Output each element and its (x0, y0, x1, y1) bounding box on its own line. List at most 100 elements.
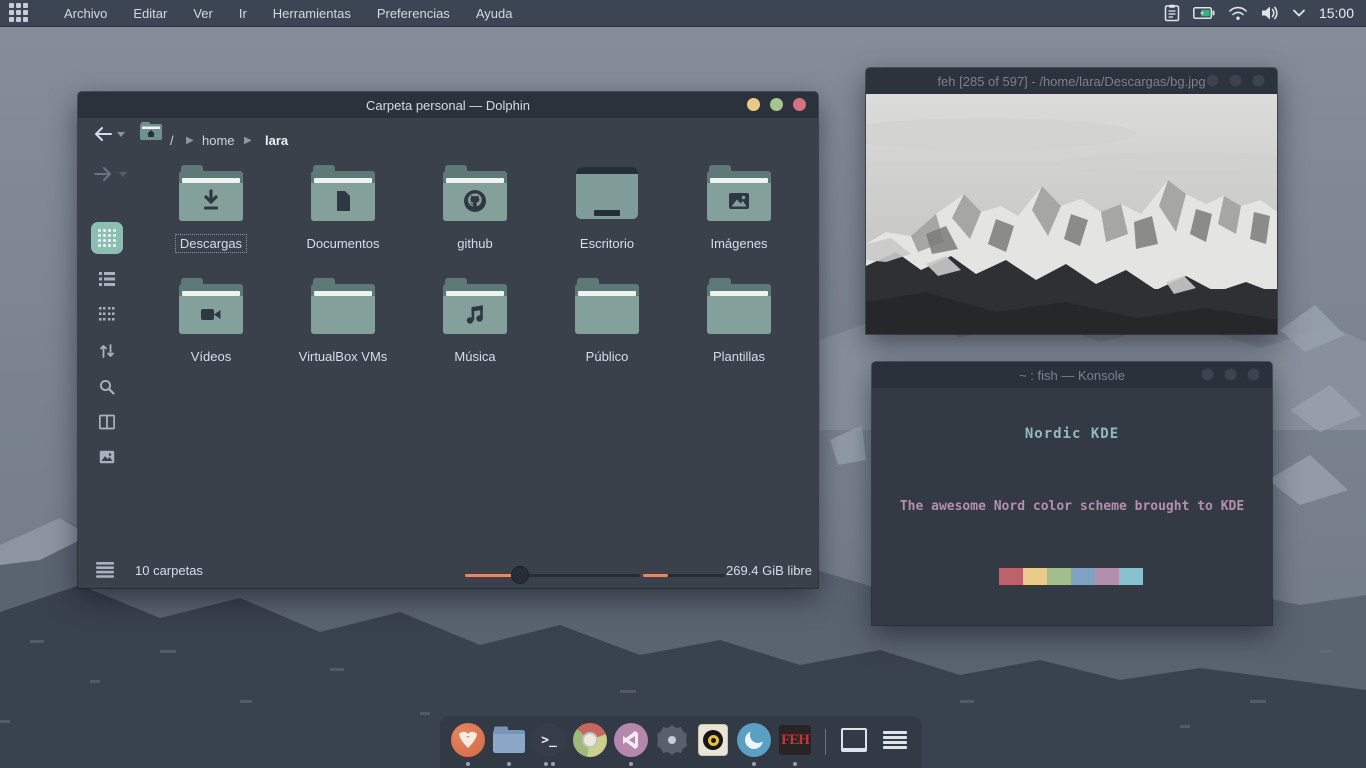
minimize-button[interactable] (747, 98, 760, 111)
folder-documentos[interactable]: Documentos (283, 165, 403, 253)
maximize-button[interactable] (1224, 368, 1237, 381)
music-player-icon[interactable] (695, 722, 731, 758)
disk-usage-bar (643, 574, 725, 577)
code-editor-icon[interactable] (613, 722, 649, 758)
feh-titlebar[interactable]: feh [285 of 597] - /home/lara/Descargas/… (866, 68, 1277, 94)
folder-icon (179, 278, 243, 334)
home-folder-icon[interactable] (140, 122, 162, 140)
menu-preferencias[interactable]: Preferencias (364, 0, 463, 27)
dolphin-window-title: Carpeta personal — Dolphin (366, 98, 530, 113)
forward-icon[interactable] (93, 166, 113, 182)
menu-archivo[interactable]: Archivo (51, 0, 120, 27)
maximize-button[interactable] (1229, 74, 1242, 87)
running-indicator (551, 762, 555, 766)
feh-window: feh [285 of 597] - /home/lara/Descargas/… (866, 68, 1277, 334)
folder-icon (443, 165, 507, 221)
split-view-button[interactable] (99, 414, 115, 430)
folder-imagenes[interactable]: Imágenes (679, 165, 799, 253)
compact-view-button[interactable] (99, 306, 115, 322)
forward-dropdown-icon[interactable] (118, 171, 128, 178)
terminal-icon[interactable]: >_ (531, 722, 567, 758)
folder-label: VirtualBox VMs (295, 348, 392, 365)
dock-menu-icon[interactable] (877, 722, 913, 758)
folder-plantillas[interactable]: Plantillas (679, 278, 799, 366)
volume-icon[interactable] (1261, 5, 1279, 21)
konsole-window-title: ~ : fish — Konsole (1019, 368, 1125, 383)
folder-escritorio[interactable]: Escritorio (547, 165, 667, 253)
night-color-icon[interactable] (736, 722, 772, 758)
folder-virtualbox-vms[interactable]: VirtualBox VMs (283, 278, 403, 366)
app-launcher-icon[interactable] (9, 3, 29, 23)
statusbar-menu-icon[interactable] (96, 562, 114, 578)
folder-label: Vídeos (187, 348, 235, 365)
music-glyph-icon (462, 301, 488, 327)
palette-swatch (1095, 568, 1119, 585)
konsole-window: ~ : fish — Konsole Nordic KDE The awesom… (872, 362, 1272, 625)
menu-ir[interactable]: Ir (226, 0, 260, 27)
terminal-message: The awesome Nord color scheme brought to… (872, 499, 1272, 514)
clock: 15:00 (1319, 5, 1354, 21)
github-glyph-icon (461, 187, 489, 215)
breadcrumb-root[interactable]: / (170, 133, 174, 148)
folder-descargas[interactable]: Descargas (151, 165, 271, 253)
konsole-titlebar[interactable]: ~ : fish — Konsole (872, 362, 1272, 388)
dolphin-sidebar (78, 118, 136, 554)
close-button[interactable] (793, 98, 806, 111)
maximize-button[interactable] (770, 98, 783, 111)
sort-button[interactable] (99, 343, 115, 359)
dolphin-titlebar[interactable]: Carpeta personal — Dolphin (78, 92, 818, 118)
battery-icon[interactable] (1193, 6, 1215, 20)
folder-videos[interactable]: Vídeos (151, 278, 271, 366)
clipboard-icon[interactable] (1164, 4, 1180, 22)
settings-icon[interactable] (654, 722, 690, 758)
folder-label: Público (582, 348, 633, 365)
minimize-button[interactable] (1206, 74, 1219, 87)
feh-icon[interactable]: FEH (777, 722, 813, 758)
folder-label: Imágenes (706, 235, 771, 252)
icons-view-button[interactable] (91, 222, 123, 254)
running-indicator (793, 762, 797, 766)
folder-icon (707, 278, 771, 334)
search-icon[interactable] (99, 379, 115, 395)
close-button[interactable] (1252, 74, 1265, 87)
dock: >_ FEH (440, 716, 922, 768)
document-glyph-icon (330, 188, 356, 214)
image-glyph-icon (726, 188, 752, 214)
nord-color-palette (999, 568, 1143, 585)
feh-image-view (866, 94, 1277, 334)
show-desktop-icon[interactable] (836, 722, 872, 758)
list-view-button[interactable] (99, 271, 115, 287)
close-button[interactable] (1247, 368, 1260, 381)
zoom-slider[interactable] (465, 574, 640, 577)
top-panel: Archivo Editar Ver Ir Herramientas Prefe… (0, 0, 1366, 27)
firefox-icon[interactable] (450, 722, 486, 758)
breadcrumb-home[interactable]: home (202, 133, 235, 148)
preview-button[interactable] (99, 449, 115, 465)
running-indicator (544, 762, 548, 766)
feh-window-title: feh [285 of 597] - /home/lara/Descargas/… (937, 74, 1205, 89)
dolphin-window: Carpeta personal — Dolphin / ▶ home ▶ la… (78, 92, 818, 588)
folder-publico[interactable]: Público (547, 278, 667, 366)
folder-musica[interactable]: Música (415, 278, 535, 366)
menu-editar[interactable]: Editar (120, 0, 180, 27)
wifi-icon[interactable] (1228, 5, 1248, 21)
menu-ver[interactable]: Ver (180, 0, 226, 27)
terminal-heading: Nordic KDE (872, 426, 1272, 442)
breadcrumb-sep-icon: ▶ (186, 135, 194, 146)
menu-ayuda[interactable]: Ayuda (463, 0, 526, 27)
file-manager-icon[interactable] (491, 722, 527, 758)
download-glyph-icon (198, 188, 224, 214)
chevron-down-icon[interactable] (1292, 8, 1306, 18)
folder-github[interactable]: github (415, 165, 535, 253)
folder-label: Descargas (176, 235, 246, 252)
folder-label: Documentos (303, 235, 384, 252)
minimize-button[interactable] (1201, 368, 1214, 381)
chromium-icon[interactable] (572, 722, 608, 758)
mountain-photo (866, 94, 1277, 334)
zoom-slider-handle[interactable] (511, 566, 529, 584)
menu-herramientas[interactable]: Herramientas (260, 0, 364, 27)
folder-icon (311, 165, 375, 221)
palette-swatch (1023, 568, 1047, 585)
palette-swatch (1047, 568, 1071, 585)
breadcrumb-current[interactable]: lara (265, 133, 288, 148)
